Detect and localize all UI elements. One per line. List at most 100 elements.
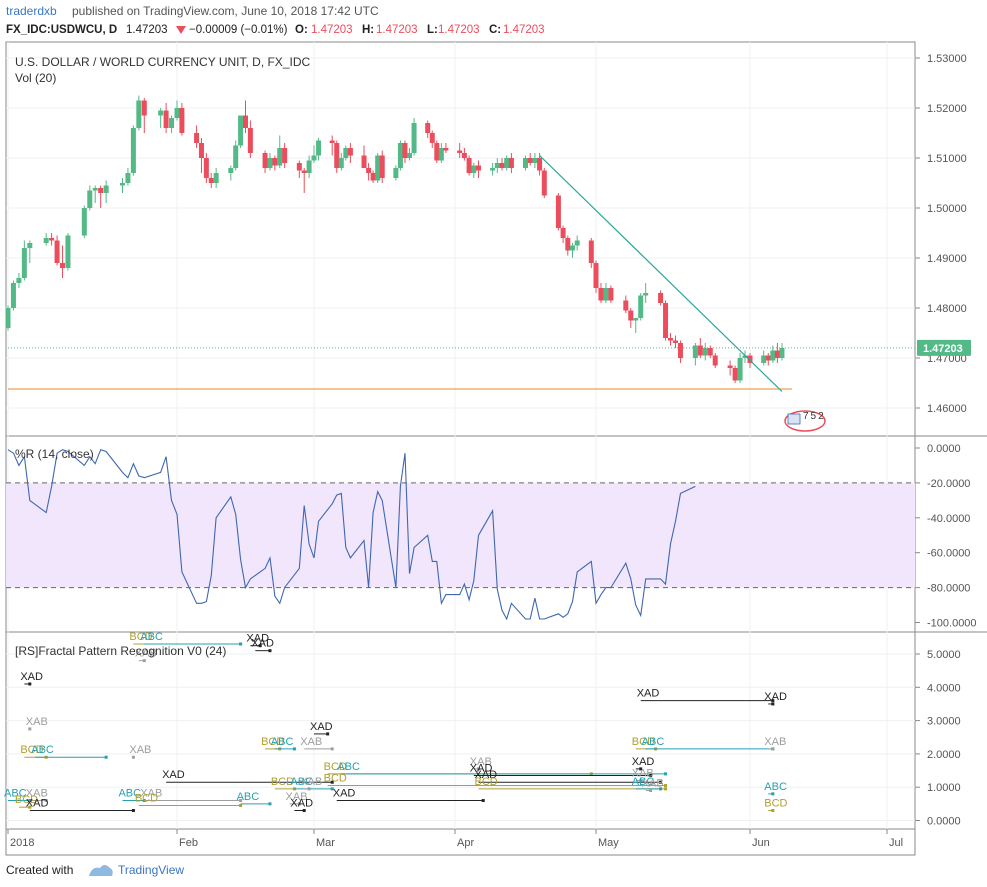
candle-body[interactable] (194, 133, 200, 143)
candle-body[interactable] (311, 155, 317, 161)
pattern-label[interactable]: BCD (324, 773, 347, 785)
candle-body[interactable] (43, 238, 49, 243)
candle-body[interactable] (677, 343, 683, 358)
candle-body[interactable] (103, 185, 109, 194)
candle-body[interactable] (737, 358, 743, 381)
pattern-label[interactable]: XAD (251, 638, 274, 650)
candle-body[interactable] (541, 170, 547, 196)
candle-body[interactable] (438, 148, 444, 161)
pattern-label[interactable]: XAD (637, 688, 660, 700)
candle-body[interactable] (393, 168, 399, 178)
candle-body[interactable] (5, 308, 11, 328)
candle-body[interactable] (560, 228, 566, 238)
pattern-label[interactable]: XAB (26, 716, 48, 728)
pattern-label[interactable]: ABC (31, 744, 54, 756)
candle-body[interactable] (608, 288, 614, 301)
candle-body[interactable] (537, 158, 543, 171)
pattern-label[interactable]: ABC (764, 781, 787, 793)
candle-body[interactable] (65, 235, 71, 269)
pattern-label[interactable]: ABC (642, 736, 665, 748)
candle-body[interactable] (60, 263, 66, 268)
candle-body[interactable] (169, 118, 175, 128)
candle-body[interactable] (692, 345, 698, 359)
candle-body[interactable] (136, 100, 142, 129)
candle-body[interactable] (411, 123, 417, 153)
candle-body[interactable] (443, 148, 449, 151)
candle-body[interactable] (774, 350, 780, 359)
candle-body[interactable] (508, 158, 514, 168)
candle-body[interactable] (174, 108, 180, 118)
pattern-label[interactable]: ABC (140, 631, 163, 643)
candle-body[interactable] (402, 143, 408, 158)
pattern-label[interactable]: ABC (271, 736, 294, 748)
candle-body[interactable] (228, 168, 234, 173)
candle-body[interactable] (643, 293, 649, 296)
candle-body[interactable] (727, 365, 733, 369)
candle-body[interactable] (247, 128, 253, 153)
candle-body[interactable] (296, 163, 302, 171)
candle-body[interactable] (49, 238, 55, 241)
pattern-label[interactable]: BCD (764, 798, 787, 810)
flag-badge[interactable]: 752 (784, 410, 826, 432)
candle-body[interactable] (633, 318, 639, 321)
candle-body[interactable] (81, 208, 87, 236)
candle-body[interactable] (87, 190, 93, 209)
candle-body[interactable] (494, 163, 500, 168)
candle-body[interactable] (466, 158, 472, 173)
candle-body[interactable] (707, 348, 713, 356)
candle-body[interactable] (370, 173, 376, 181)
candle-body[interactable] (98, 188, 104, 193)
candle-body[interactable] (770, 350, 776, 361)
candle-body[interactable] (527, 158, 533, 163)
candle-body[interactable] (697, 345, 703, 356)
candle-body[interactable] (712, 355, 718, 366)
pattern-label[interactable]: ABC (237, 791, 260, 803)
pattern-label[interactable]: BCD (135, 793, 158, 805)
price-pane[interactable] (5, 95, 916, 392)
candle-body[interactable] (603, 288, 609, 301)
candle-body[interactable] (141, 100, 147, 116)
pattern-label[interactable]: XAD (20, 671, 43, 683)
candle-body[interactable] (347, 148, 353, 156)
candle-body[interactable] (243, 115, 248, 129)
candle-body[interactable] (761, 355, 767, 364)
candle-body[interactable] (92, 188, 98, 191)
pattern-label[interactable]: XAB (300, 776, 322, 788)
pattern-label[interactable]: XAD (162, 769, 185, 781)
fractal-pattern-pane[interactable]: BCDABC XADXADXABXADXABBCDABC XABXADBCDABC X… (4, 631, 788, 813)
candle-body[interactable] (663, 303, 669, 338)
pattern-label[interactable]: XAD (632, 756, 655, 768)
candle-body[interactable] (277, 148, 283, 166)
candle-body[interactable] (238, 115, 244, 146)
candle-body[interactable] (471, 165, 477, 174)
candle-body[interactable] (499, 163, 505, 168)
candle-body[interactable] (272, 158, 278, 166)
candle-body[interactable] (574, 240, 580, 246)
trend-line[interactable] (539, 155, 783, 392)
candle-body[interactable] (54, 240, 60, 264)
pattern-label[interactable]: ABC (337, 761, 360, 773)
candle-body[interactable] (623, 300, 629, 311)
candle-body[interactable] (16, 278, 22, 283)
candle-body[interactable] (338, 158, 344, 168)
candle-body[interactable] (282, 148, 288, 163)
pattern-label[interactable]: XAB (300, 736, 322, 748)
pattern-label[interactable]: XAD (26, 798, 49, 810)
candle-body[interactable] (732, 368, 738, 381)
pattern-label[interactable]: XAD (310, 721, 333, 733)
candle-body[interactable] (555, 195, 561, 229)
pattern-label[interactable]: XAB (129, 744, 151, 756)
candle-body[interactable] (504, 158, 510, 168)
candle-body[interactable] (375, 155, 381, 181)
candle-body[interactable] (429, 133, 435, 143)
candle-body[interactable] (343, 148, 349, 158)
candle-body[interactable] (490, 168, 496, 171)
candle-body[interactable] (213, 173, 219, 183)
candle-body[interactable] (397, 143, 403, 168)
candle-body[interactable] (407, 153, 413, 158)
candle-body[interactable] (702, 348, 708, 356)
candle-body[interactable] (457, 150, 463, 154)
candle-body[interactable] (638, 295, 644, 319)
candle-body[interactable] (598, 288, 604, 301)
candle-body[interactable] (316, 140, 322, 156)
